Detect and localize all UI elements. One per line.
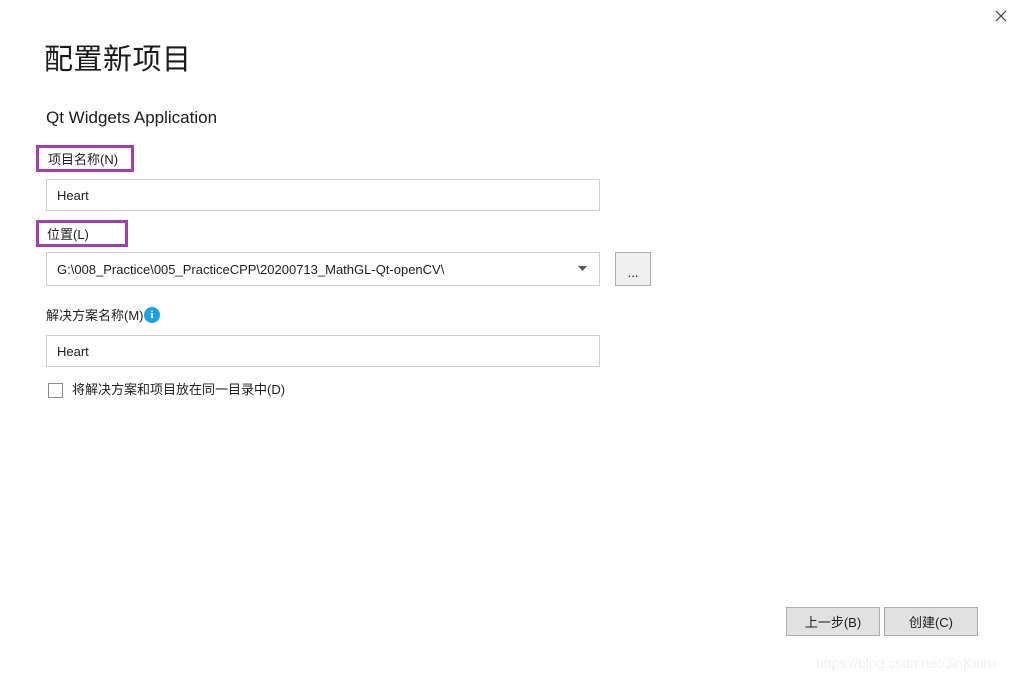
watermark: https://blog.csdn.net/JinKairu <box>816 655 996 671</box>
location-label-highlight <box>36 220 128 247</box>
page-title: 配置新项目 <box>44 44 192 76</box>
browse-button[interactable]: ... <box>615 252 651 286</box>
solution-name-label: 解决方案名称(M) <box>46 308 144 323</box>
back-button[interactable]: 上一步(B) <box>786 607 880 636</box>
close-icon <box>995 10 1007 22</box>
same-directory-label: 将解决方案和项目放在同一目录中(D) <box>72 382 286 397</box>
project-name-input[interactable] <box>46 179 600 211</box>
info-icon[interactable]: i <box>144 307 160 323</box>
project-name-label-highlight <box>36 145 134 172</box>
same-directory-row[interactable]: 将解决方案和项目放在同一目录中(D) <box>48 381 285 399</box>
location-combobox[interactable]: G:\008_Practice\005_PracticeCPP\20200713… <box>46 252 600 286</box>
chevron-down-icon[interactable] <box>571 266 599 272</box>
same-directory-checkbox[interactable] <box>48 382 63 398</box>
create-button[interactable]: 创建(C) <box>884 607 978 636</box>
solution-name-input[interactable] <box>46 335 600 367</box>
location-value: G:\008_Practice\005_PracticeCPP\20200713… <box>57 261 445 277</box>
template-name: Qt Widgets Application <box>46 108 218 127</box>
title-bar <box>0 0 1024 32</box>
close-button[interactable] <box>978 0 1024 32</box>
